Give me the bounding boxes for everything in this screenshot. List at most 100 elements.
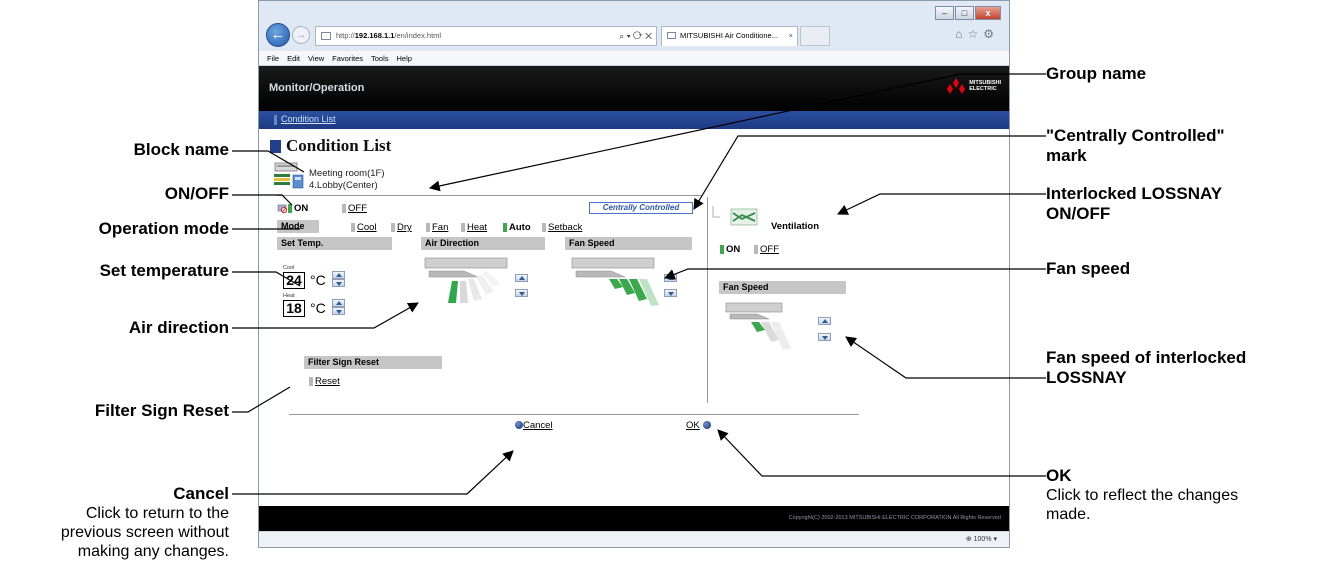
mode-fan[interactable]: Fan — [432, 222, 448, 233]
air-direction-up-button[interactable] — [515, 274, 528, 282]
tab-title: MITSUBISHI Air Conditione... — [680, 31, 778, 40]
down-arrow-icon — [336, 310, 342, 314]
lossnay-on-button[interactable]: ON — [726, 244, 740, 255]
heat-temp-value: 18 — [283, 300, 305, 317]
page-title: Condition List — [270, 136, 391, 156]
fan-speed-graphic — [571, 257, 659, 306]
auto-indicator — [503, 223, 507, 232]
page-content: Monitor/Operation MITSUBISHI ELECTRIC Co… — [259, 66, 1009, 531]
mode-label: Mode — [277, 220, 319, 233]
down-arrow-icon — [519, 292, 525, 296]
callout-interlocked-lossnay: Interlocked LOSSNAY ON/OFF — [1046, 184, 1222, 224]
down-arrow-icon — [822, 336, 828, 340]
breadcrumb-condition-list[interactable]: Condition List — [281, 114, 336, 124]
minimize-button[interactable]: – — [935, 6, 954, 20]
address-tools-icons[interactable]: ⌕ ▾ ⟳ ✕ — [619, 27, 652, 45]
divider — [277, 195, 702, 196]
ok-button[interactable]: OK — [686, 420, 700, 431]
menu-file[interactable]: File — [267, 51, 279, 65]
page-icon — [321, 32, 331, 40]
callout-fan-speed-lossnay: Fan speed of interlocked LOSSNAY — [1046, 348, 1246, 388]
lossnay-fan-speed-graphic — [725, 302, 791, 350]
cool-indicator — [351, 223, 355, 232]
mode-dry[interactable]: Dry — [397, 222, 412, 233]
lossnay-name: Ventilation — [771, 221, 820, 232]
cancel-desc-line1: Click to return to the — [85, 505, 229, 522]
mode-auto[interactable]: Auto — [509, 222, 531, 233]
cool-temp-unit: °C — [310, 272, 326, 288]
tab-close-icon[interactable]: × — [789, 27, 793, 45]
cancel-desc-line2: previous screen without — [60, 524, 229, 541]
browser-window: – □ x ← → http://192.168.1.1/en/index.ht… — [258, 0, 1010, 548]
back-button[interactable]: ← — [266, 23, 290, 47]
centrally-controlled-badge: Centrally Controlled — [589, 202, 693, 214]
callout-cancel: Cancel — [173, 484, 229, 503]
dry-indicator — [391, 223, 395, 232]
home-favorites-settings-icons[interactable]: ⌂☆⚙ — [955, 27, 999, 41]
address-bar[interactable]: http://192.168.1.1/en/index.html ⌕ ▾ ⟳ ✕ — [315, 26, 657, 46]
address-prefix: http:// — [336, 31, 355, 40]
cool-temp-value: 24 — [283, 272, 305, 289]
logo-line2: ELECTRIC — [969, 86, 997, 92]
lossnay-fan-up-button[interactable] — [818, 317, 831, 325]
down-arrow-icon — [336, 282, 342, 286]
browser-toolbar: ← → http://192.168.1.1/en/index.html ⌕ ▾… — [259, 21, 1009, 51]
down-arrow-icon — [668, 292, 674, 296]
page-footer: Copyright(C) 2002-2013 MITSUBISHI ELECTR… — [259, 506, 1009, 531]
fan-speed-down-button[interactable] — [664, 289, 677, 297]
block-name: Meeting room(1F) — [309, 168, 385, 179]
ok-desc-line2: made. — [1046, 506, 1091, 523]
callout-centrally-controlled: "Centrally Controlled" mark — [1046, 126, 1225, 166]
menu-view[interactable]: View — [308, 51, 324, 65]
close-button[interactable]: x — [975, 6, 1001, 20]
cool-temp-up-button[interactable] — [332, 271, 345, 279]
new-tab-button[interactable] — [800, 26, 830, 46]
callout-operation-mode: Operation mode — [98, 219, 229, 238]
callout-on-off: ON/OFF — [164, 184, 229, 203]
heat-temp-up-button[interactable] — [332, 299, 345, 307]
menu-favorites[interactable]: Favorites — [332, 51, 363, 65]
title-bar: – □ x — [259, 1, 1009, 21]
lossnay-off-indicator — [754, 245, 758, 254]
lossnay-on-indicator — [720, 245, 724, 254]
mode-heat[interactable]: Heat — [467, 222, 487, 233]
address-path: /en/index.html — [394, 31, 442, 40]
mode-cool[interactable]: Cool — [357, 222, 377, 233]
menu-tools[interactable]: Tools — [371, 51, 389, 65]
callout-cancel-description: Click to return to the previous screen w… — [61, 504, 229, 561]
up-arrow-icon — [822, 319, 828, 323]
heat-indicator — [461, 223, 465, 232]
maximize-button[interactable]: □ — [955, 6, 974, 20]
air-direction-down-button[interactable] — [515, 289, 528, 297]
up-arrow-icon — [519, 276, 525, 280]
lossnay-icon — [712, 206, 758, 226]
cool-temp-down-button[interactable] — [332, 279, 345, 287]
lossnay-fan-down-button[interactable] — [818, 333, 831, 341]
zoom-control[interactable]: ⊕ 100% ▾ — [966, 535, 997, 543]
ok-desc-line1: Click to reflect the changes — [1046, 487, 1239, 504]
prohibited-icon — [277, 204, 287, 213]
up-arrow-icon — [336, 301, 342, 305]
lossnay-off-button[interactable]: OFF — [760, 244, 779, 255]
off-button[interactable]: OFF — [348, 203, 367, 214]
app-title: Monitor/Operation — [269, 82, 365, 94]
heat-temp-down-button[interactable] — [332, 307, 345, 315]
three-diamonds-icon — [947, 78, 966, 94]
menu-help[interactable]: Help — [397, 51, 412, 65]
cancel-button[interactable]: Cancel — [523, 420, 553, 431]
callout-set-temperature: Set temperature — [99, 261, 229, 280]
up-arrow-icon — [336, 273, 342, 277]
on-button[interactable]: ON — [294, 203, 308, 214]
fan-speed-up-button[interactable] — [664, 274, 677, 282]
callout-fsl-line2: LOSSNAY — [1046, 368, 1127, 387]
callout-filter-sign-reset: Filter Sign Reset — [94, 401, 229, 420]
menu-edit[interactable]: Edit — [287, 51, 300, 65]
forward-button[interactable]: → — [292, 26, 310, 44]
reset-link[interactable]: Reset — [315, 376, 340, 387]
off-indicator — [342, 204, 346, 213]
callout-il-line1: Interlocked LOSSNAY — [1046, 184, 1223, 203]
mode-setback[interactable]: Setback — [548, 222, 582, 233]
setback-indicator — [542, 223, 546, 232]
reset-indicator — [309, 377, 313, 386]
browser-tab[interactable]: MITSUBISHI Air Conditione... × — [661, 26, 798, 46]
